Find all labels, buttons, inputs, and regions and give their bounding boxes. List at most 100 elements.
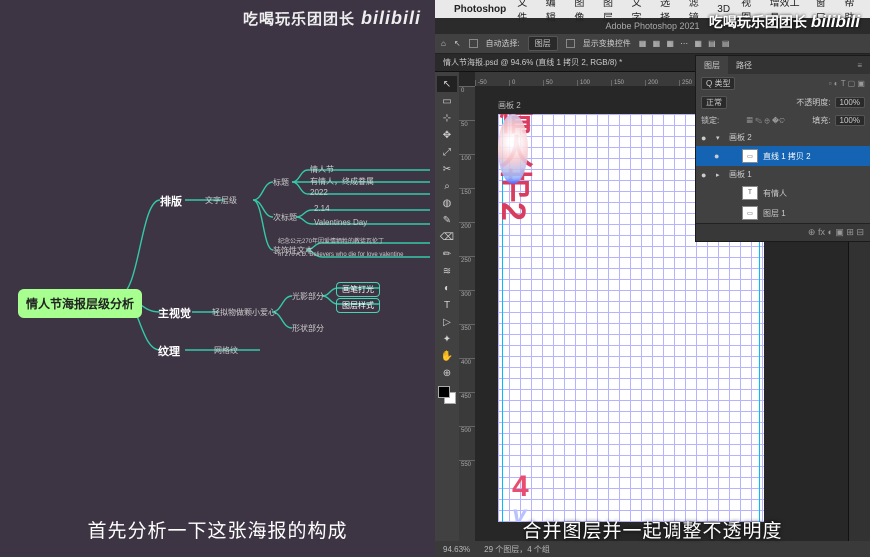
photoshop-panel: Photoshop 文件 编辑 图像 图层 文字 选择 滤镜 3D 视图 增效工… [435, 0, 870, 557]
layer-row[interactable]: ▭ 图层 1 [696, 203, 870, 223]
tool-14[interactable]: ▷ [437, 314, 457, 330]
group-shape: 形状部分 [292, 323, 324, 334]
layers-panel[interactable]: 图层 路径 ≡ Q 类型 ▫ ◐ T ▢ ▣ 正常 不透明度: 100% 锁定:… [695, 55, 870, 242]
tool-6[interactable]: ⌕ [437, 178, 457, 194]
tool-17[interactable]: ⊕ [437, 365, 457, 381]
color-swatches[interactable] [438, 386, 456, 404]
layer-list[interactable]: ●▾画板 2●▭直线 1 拷贝 2●▸画板 1T有情人▭图层 1 [696, 129, 870, 223]
tools-panel[interactable]: ↖▭⊹✥⤢✂⌕◍✎⌫✏≋◐T▷✦✋⊕ [435, 72, 459, 541]
expand-icon[interactable]: ▸ [716, 171, 724, 179]
watermark-text: 吃喝玩乐团团长 [709, 12, 807, 32]
filter-icons[interactable]: ▫ ◐ T ▢ ▣ [829, 79, 865, 88]
art-heart-shape [498, 114, 528, 184]
tool-5[interactable]: ✂ [437, 161, 457, 177]
layer-thumb: ▭ [742, 206, 758, 220]
auto-select-label: 自动选择: [486, 38, 520, 49]
panel-tabs[interactable]: 图层 路径 ≡ [696, 56, 870, 74]
leaf-texture: 网格纹 [214, 345, 238, 356]
align-icons[interactable]: ▦ ▦ ▦ ⋯ ▦ ▤ ▤ [639, 39, 732, 48]
expand-icon[interactable]: ▾ [716, 134, 724, 142]
opacity-value[interactable]: 100% [835, 97, 865, 108]
watermark-left: 吃喝玩乐团团长 bilibili [243, 8, 421, 29]
layer-name: 画板 1 [729, 169, 752, 180]
options-bar[interactable]: ⌂ ↖ 自动选择: 图层 显示变换控件 ▦ ▦ ▦ ⋯ ▦ ▤ ▤ [435, 34, 870, 54]
tool-10[interactable]: ✏ [437, 246, 457, 262]
tool-9[interactable]: ⌫ [437, 229, 457, 245]
menu-filter[interactable]: 滤镜 [689, 0, 707, 24]
layer-thumb: T [742, 186, 758, 200]
status-bar: 94.63% 29 个图层，4 个组 [435, 541, 870, 557]
branch-texture: 纹理 [158, 343, 180, 359]
menu-file[interactable]: 文件 [517, 0, 535, 24]
leaf-decor-1: 纪念公元270年因爱情牺牲的教徒瓦伦丁 [278, 236, 384, 245]
blend-mode-select[interactable]: 正常 [701, 96, 727, 109]
leaf-subtitle-2: Valentines Day [314, 218, 367, 227]
tool-15[interactable]: ✦ [437, 331, 457, 347]
visibility-icon[interactable]: ● [701, 133, 711, 143]
menu-select[interactable]: 选择 [660, 0, 678, 24]
lock-icons[interactable]: ▦ ✎ ⊕ �ତ [747, 116, 785, 126]
layer-row[interactable]: ●▭直线 1 拷贝 2 [696, 146, 870, 166]
group-title: 标题 [273, 177, 289, 188]
leaf-light-1: 画笔打光 [336, 282, 380, 297]
tab-layers[interactable]: 图层 [696, 56, 728, 74]
tool-1[interactable]: ▭ [437, 93, 457, 109]
leaf-decor-2: In 270 A.D. Believers who die for love v… [278, 252, 403, 258]
sub-text-hierarchy: 文字层级 [205, 195, 237, 206]
group-subtitle: 次标题 [273, 212, 297, 223]
bilibili-logo: bilibili [811, 12, 860, 32]
leaf-title-3: 2022 [310, 188, 328, 197]
leaf-title-1: 情人节 [310, 164, 334, 175]
document-tab-label: 情人节海报.psd @ 94.6% (直线 1 拷贝 2, RGB/8) * [443, 57, 622, 68]
tool-2[interactable]: ⊹ [437, 110, 457, 126]
tool-16[interactable]: ✋ [437, 348, 457, 364]
panel-menu-icon[interactable]: ≡ [849, 56, 870, 74]
layer-thumb: ▭ [742, 149, 758, 163]
visibility-icon[interactable]: ● [701, 170, 711, 180]
branch-visual: 主视觉 [158, 305, 191, 321]
auto-select-checkbox[interactable] [469, 39, 478, 48]
right-caption: 合并图层并一起调整不透明度 [435, 516, 870, 543]
tool-7[interactable]: ◍ [437, 195, 457, 211]
tool-0[interactable]: ↖ [437, 76, 457, 92]
zoom-level[interactable]: 94.63% [443, 545, 470, 554]
tool-12[interactable]: ◐ [437, 280, 457, 296]
layers-footer-icons[interactable]: ⊕ fx ◐ ▣ ⊞ ⊟ [808, 227, 864, 238]
menu-type[interactable]: 文字 [632, 0, 650, 24]
lock-label: 锁定: [701, 115, 719, 126]
menu-edit[interactable]: 编辑 [546, 0, 564, 24]
auto-select-mode[interactable]: 图层 [528, 36, 558, 51]
status-info: 29 个图层，4 个组 [484, 544, 550, 555]
layer-row[interactable]: T有情人 [696, 183, 870, 203]
tab-paths[interactable]: 路径 [728, 56, 760, 74]
menu-image[interactable]: 图像 [574, 0, 592, 24]
transform-label: 显示变换控件 [583, 38, 631, 49]
menu-layer[interactable]: 图层 [603, 0, 621, 24]
move-tool-icon: ↖ [454, 39, 461, 48]
tool-11[interactable]: ≋ [437, 263, 457, 279]
layer-name: 画板 2 [729, 132, 752, 143]
leaf-light-2: 图层样式 [336, 298, 380, 313]
layer-name: 图层 1 [763, 208, 786, 219]
layer-kind-filter[interactable]: Q 类型 [701, 77, 735, 90]
opacity-label: 不透明度: [796, 97, 830, 108]
layer-row[interactable]: ● ▾ 画板 2 [696, 129, 870, 146]
visibility-icon[interactable]: ● [714, 151, 724, 161]
mindmap-connectors [0, 0, 435, 557]
watermark-text: 吃喝玩乐团团长 [243, 8, 355, 29]
fill-value[interactable]: 100% [835, 115, 865, 126]
artboard-label[interactable]: 画板 2 [498, 100, 521, 111]
leaf-title-2: 有情人，终成眷属 [310, 176, 374, 187]
mindmap-panel: 吃喝玩乐团团长 bilibili 情人节海报层级分析 排版 文字层级 标题 情人… [0, 0, 435, 557]
transform-checkbox[interactable] [566, 39, 575, 48]
ruler-vertical: 050100150200250300350400450500550 [459, 86, 475, 541]
layer-row[interactable]: ● ▸ 画板 1 [696, 166, 870, 183]
menu-app[interactable]: Photoshop [454, 4, 506, 15]
layers-footer[interactable]: ⊕ fx ◐ ▣ ⊞ ⊟ [696, 223, 870, 241]
group-light: 光影部分 [292, 291, 324, 302]
tool-13[interactable]: T [437, 297, 457, 313]
home-icon[interactable]: ⌂ [441, 39, 446, 48]
tool-4[interactable]: ⤢ [437, 144, 457, 160]
tool-3[interactable]: ✥ [437, 127, 457, 143]
tool-8[interactable]: ✎ [437, 212, 457, 228]
